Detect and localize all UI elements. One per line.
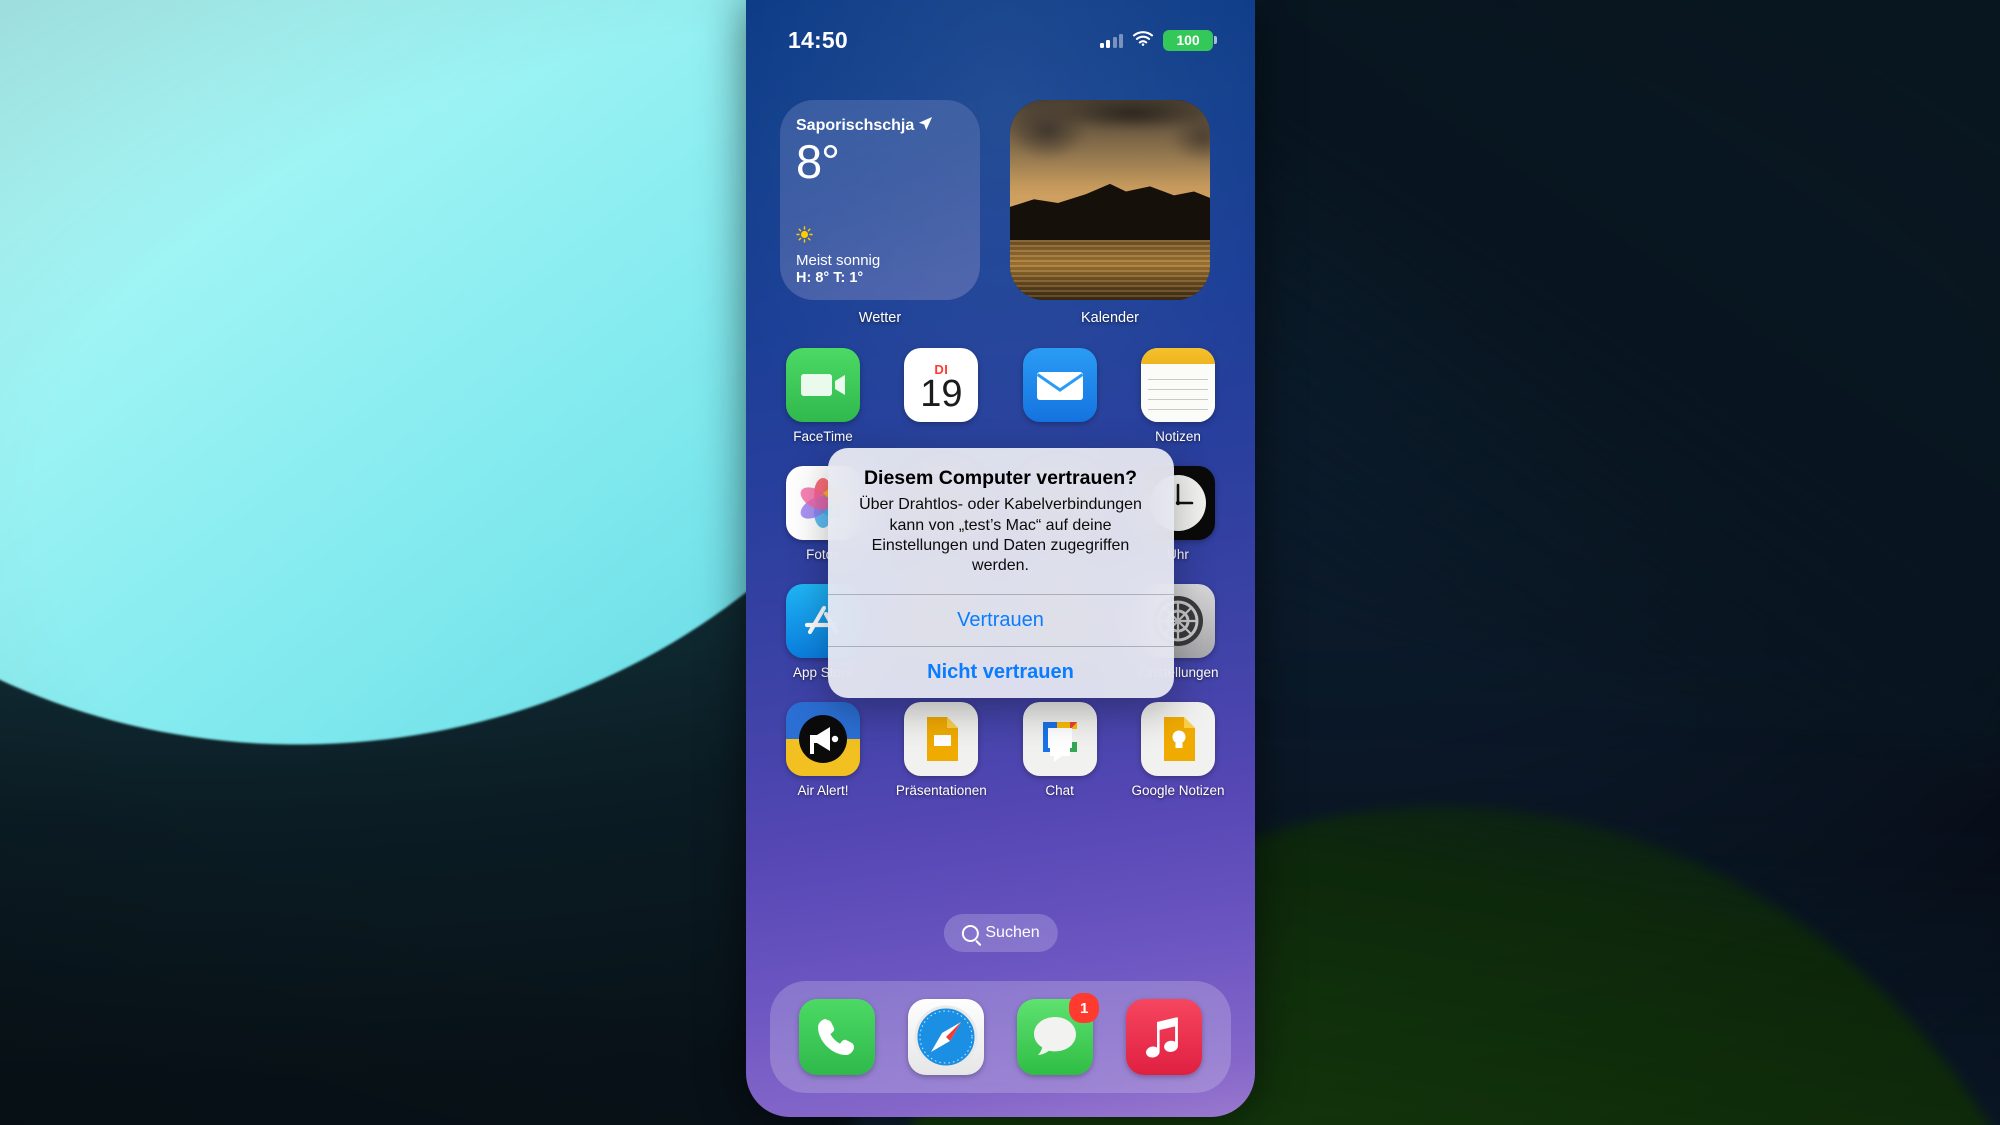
search-icon (961, 924, 979, 942)
dialog-body: Diesem Computer vertrauen? Über Drahtlos… (828, 448, 1174, 594)
dialog-message: Über Drahtlos- oder Kabelverbindungen ka… (859, 496, 1142, 575)
dock-item-safari[interactable] (907, 999, 984, 1075)
app-row: FaceTime DI 19 Kalender (774, 348, 1227, 444)
dock-item-messages[interactable]: 1 (1017, 993, 1100, 1075)
status-bar-clock: 14:50 (788, 26, 848, 53)
app-row: Air Alert! Präsentationen Chat Google No… (774, 702, 1227, 798)
weather-widget-label: Wetter (858, 310, 902, 326)
wifi-icon (1132, 30, 1154, 51)
battery-indicator: 100 (1163, 29, 1217, 51)
notes-lines (1140, 364, 1215, 422)
status-bar-indicators: 100 (1099, 29, 1217, 51)
mail-icon[interactable] (1022, 348, 1097, 422)
location-arrow-icon (918, 116, 933, 135)
icon-wrap (1140, 348, 1215, 422)
screen: 14:50 100 Saporischschja 8° Meist sonnig… (0, 0, 2000, 1125)
weather-widget-container[interactable]: Saporischschja 8° Meist sonnig H: 8° T: … (780, 100, 980, 326)
weather-condition: Meist sonnig (796, 252, 881, 269)
app-label: Google Notizen (1131, 783, 1225, 798)
app-mail[interactable]: Mail (1011, 348, 1109, 444)
google-chat-icon[interactable] (1022, 702, 1097, 776)
cellular-signal-icon (1099, 33, 1123, 48)
app-facetime[interactable]: FaceTime (774, 348, 872, 444)
calendar-photo-widget[interactable] (1010, 100, 1210, 300)
dock-item-music[interactable] (1126, 999, 1203, 1075)
badge-count: 1 (1069, 993, 1100, 1023)
iphone-mirror-window[interactable]: 14:50 100 Saporischschja 8° Meist sonnig… (746, 0, 1255, 1117)
air-alert-megaphone-icon[interactable] (786, 702, 860, 776)
app-label: FaceTime (793, 429, 853, 444)
google-keep-icon[interactable] (1140, 702, 1215, 776)
dock-item-phone[interactable] (798, 999, 875, 1075)
notes-header-band (1140, 348, 1215, 365)
weather-widget[interactable]: Saporischschja 8° Meist sonnig H: 8° T: … (780, 100, 980, 300)
app-label: Präsentationen (895, 783, 987, 798)
photo-clouds (1010, 100, 1210, 172)
app-google-notizen[interactable]: Google Notizen (1129, 702, 1227, 798)
icon-wrap (1022, 702, 1097, 776)
icon-wrap (786, 348, 860, 422)
calendar-photo-widget-container[interactable]: Kalender (1010, 100, 1210, 326)
phone-icon[interactable] (798, 999, 875, 1075)
app-label: Notizen (1155, 429, 1201, 444)
app-air-alert[interactable]: Air Alert! (774, 702, 872, 798)
icon-wrap (1022, 348, 1097, 422)
status-bar: 14:50 100 (746, 22, 1255, 58)
weather-temperature: 8° (796, 135, 840, 188)
app-notes[interactable]: Notizen (1129, 348, 1227, 444)
app-label: Chat (1045, 783, 1074, 798)
safari-compass-icon[interactable] (907, 999, 984, 1075)
weather-location: Saporischschja (796, 116, 915, 134)
calendar-icon[interactable]: DI 19 (904, 348, 979, 422)
dont-trust-button[interactable]: Nicht vertrauen (827, 645, 1174, 698)
calendar-day: 19 (920, 372, 963, 415)
dialog-title: Diesem Computer vertrauen? (863, 467, 1138, 489)
icon-wrap (904, 702, 979, 776)
icon-wrap: DI 19 (904, 348, 979, 422)
dock: 1 (770, 981, 1231, 1093)
notes-icon[interactable] (1140, 348, 1215, 422)
app-label: Air Alert! (797, 783, 849, 798)
search-pill[interactable]: Suchen (943, 914, 1058, 952)
trust-computer-dialog[interactable]: Diesem Computer vertrauen? Über Drahtlos… (827, 448, 1174, 698)
music-note-icon[interactable] (1126, 999, 1203, 1075)
app-calendar[interactable]: DI 19 Kalender (892, 348, 990, 444)
icon-wrap (1140, 702, 1215, 776)
app-praesentationen[interactable]: Präsentationen (892, 702, 990, 798)
google-slides-icon[interactable] (904, 702, 979, 776)
trust-button[interactable]: Vertrauen (827, 593, 1174, 646)
photo-water (1010, 240, 1210, 300)
app-chat[interactable]: Chat (1011, 702, 1109, 798)
icon-wrap (786, 702, 860, 776)
sun-icon (796, 226, 880, 247)
weather-high-low: H: 8° T: 1° (796, 270, 864, 286)
calendar-widget-label: Kalender (1080, 310, 1140, 326)
weather-location-row: Saporischschja (796, 116, 964, 135)
facetime-icon[interactable] (786, 348, 860, 422)
search-label: Suchen (985, 924, 1040, 941)
weather-details: Meist sonnig H: 8° T: 1° (796, 226, 880, 286)
widget-row: Saporischschja 8° Meist sonnig H: 8° T: … (780, 100, 1221, 326)
